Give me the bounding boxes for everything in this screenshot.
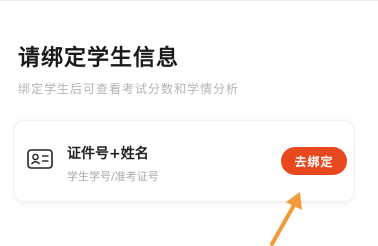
top-divider bbox=[0, 0, 378, 1]
page-subtitle: 绑定学生后可查看考试分数和学情分析 bbox=[18, 82, 240, 96]
go-bind-button[interactable]: 去绑定 bbox=[281, 147, 347, 175]
pointer-arrow-icon bbox=[270, 192, 302, 246]
page-title: 请绑定学生信息 bbox=[18, 46, 180, 71]
bind-method-hint: 学生学号/准考证号 bbox=[67, 170, 159, 183]
id-card-icon bbox=[27, 149, 53, 169]
bind-method-title: 证件号+姓名 bbox=[67, 146, 149, 162]
